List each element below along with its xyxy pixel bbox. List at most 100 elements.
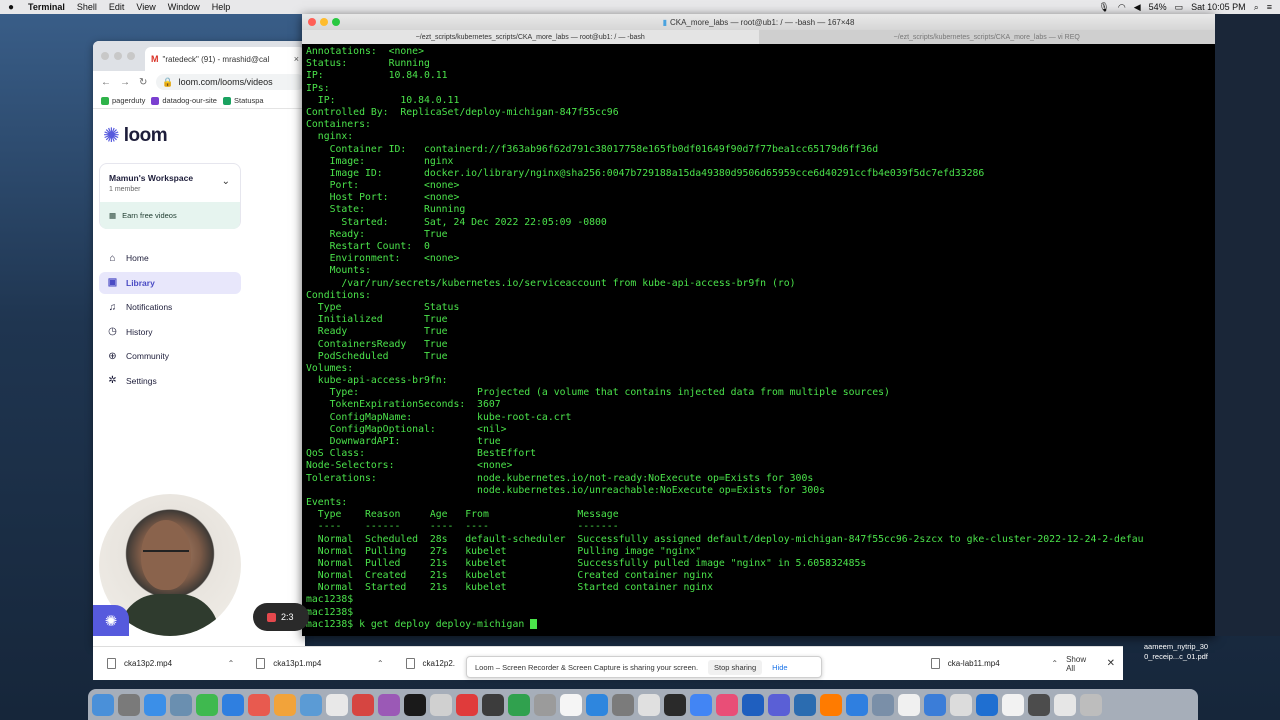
terminal-output[interactable]: Annotations: <none> Status: Running IP: 10… [302, 44, 1215, 636]
stop-recording-icon[interactable] [267, 612, 276, 622]
wifi-icon[interactable]: ◠ [1118, 2, 1126, 13]
dock-app-icon[interactable] [586, 693, 608, 716]
dock-app-icon[interactable] [794, 693, 816, 716]
menu-clock[interactable]: Sat 10:05 PM [1191, 2, 1246, 12]
hide-banner-button[interactable]: Hide [772, 663, 787, 672]
dock-app-icon[interactable] [456, 693, 478, 716]
dock-app-icon[interactable] [378, 693, 400, 716]
browser-tab[interactable]: M "ratedeck" (91) - mrashid@cal × [145, 47, 305, 71]
dock-app-icon[interactable] [326, 693, 348, 716]
earn-free-videos-button[interactable]: ▦ Earn free videos [100, 202, 240, 229]
dock-app-icon[interactable] [1028, 693, 1050, 716]
dock-app-icon[interactable] [976, 693, 998, 716]
menu-terminal[interactable]: Terminal [22, 2, 71, 12]
dock-app-icon[interactable] [274, 693, 296, 716]
download-item[interactable]: cka13p1.mp4 ⌃ [242, 658, 391, 669]
terminal-prompt-line[interactable]: mac1238$ k get deploy deploy-michigan [306, 618, 1215, 631]
dock-app-icon[interactable] [430, 693, 452, 716]
dock-app-icon[interactable] [92, 693, 114, 716]
dock-app-icon[interactable] [638, 693, 660, 716]
dock-app-icon[interactable] [820, 693, 842, 716]
menu-help[interactable]: Help [206, 2, 237, 12]
bookmark-label: pagerduty [112, 96, 146, 105]
dock-app-icon[interactable] [690, 693, 712, 716]
chevron-up-icon[interactable]: ⌃ [1051, 659, 1058, 668]
terminal-tab-active[interactable]: ~/ezt_scripts/kubernetes_scripts/CKA_mor… [302, 30, 759, 44]
dock-app-icon[interactable] [924, 693, 946, 716]
zoom-window-button[interactable] [332, 18, 340, 26]
close-downloads-icon[interactable]: ✕ [1107, 658, 1115, 669]
dock-app-icon[interactable] [1002, 693, 1024, 716]
menu-window[interactable]: Window [162, 2, 206, 12]
dock-app-icon[interactable] [196, 693, 218, 716]
terminal-tab-inactive[interactable]: ~/ezt_scripts/kubernetes_scripts/CKA_mor… [759, 30, 1216, 44]
desktop-file-label[interactable]: aameem_nytrip_30 0_receip...c_01.pdf [1136, 642, 1216, 662]
reload-icon[interactable]: ↻ [139, 77, 147, 88]
dock-app-icon[interactable] [742, 693, 764, 716]
battery-percent[interactable]: 54% [1149, 2, 1167, 12]
dock-app-icon[interactable] [846, 693, 868, 716]
menu-edit[interactable]: Edit [103, 2, 131, 12]
nav-item-notifications[interactable]: ♫ Notifications [99, 296, 241, 318]
dock-app-icon[interactable] [248, 693, 270, 716]
dock-app-icon[interactable] [898, 693, 920, 716]
chevron-down-icon[interactable]: ⌄ [222, 176, 230, 187]
download-item[interactable]: cka13p2.mp4 ⌃ [93, 658, 242, 669]
dock-app-icon[interactable] [716, 693, 738, 716]
menu-view[interactable]: View [130, 2, 161, 12]
close-tab-icon[interactable]: × [294, 54, 299, 64]
back-icon[interactable]: ← [101, 77, 111, 88]
dock-app-icon[interactable] [612, 693, 634, 716]
bookmark-pagerduty[interactable]: pagerduty [101, 96, 145, 105]
nav-item-community[interactable]: ⊕ Community [99, 345, 241, 367]
terminal-line: Host Port: <none> [306, 192, 460, 204]
microphone-icon[interactable]: 🎙 [1098, 2, 1109, 13]
dock-app-icon[interactable] [872, 693, 894, 716]
dock-app-icon[interactable] [1054, 693, 1076, 716]
dock-app-icon[interactable] [560, 693, 582, 716]
loom-control-icon[interactable]: ✺ [93, 605, 129, 636]
dock-app-icon[interactable] [300, 693, 322, 716]
terminal-line: Annotations: <none> [306, 46, 424, 57]
minimize-window-button[interactable] [114, 52, 122, 60]
menu-shell[interactable]: Shell [71, 2, 103, 12]
download-item[interactable]: cka-lab11.mp4 ⌃ [917, 658, 1066, 669]
dock-app-icon[interactable] [222, 693, 244, 716]
dock-app-icon[interactable] [664, 693, 686, 716]
close-window-button[interactable] [308, 18, 316, 26]
minimize-window-button[interactable] [320, 18, 328, 26]
chevron-up-icon[interactable]: ⌃ [228, 659, 235, 668]
stop-sharing-button[interactable]: Stop sharing [708, 659, 763, 675]
volume-icon[interactable]: ◀ [1134, 2, 1141, 13]
dock-app-icon[interactable] [534, 693, 556, 716]
apple-menu-icon[interactable]: ● [0, 2, 22, 13]
address-bar[interactable]: 🔒 loom.com/looms/videos [156, 74, 305, 90]
dock-app-icon[interactable] [508, 693, 530, 716]
spotlight-search-icon[interactable]: ⌕ [1254, 2, 1259, 13]
dock-app-icon[interactable] [170, 693, 192, 716]
bookmark-statuspage[interactable]: Statuspa [222, 96, 264, 105]
zoom-window-button[interactable] [127, 52, 135, 60]
close-window-button[interactable] [101, 52, 109, 60]
dock-app-icon[interactable] [352, 693, 374, 716]
dock-app-icon[interactable] [118, 693, 140, 716]
workspace-switcher[interactable]: Mamun's Workspace 1 member ⌄ ▦ Earn free… [99, 163, 241, 229]
bookmark-datadog[interactable]: datadog-our-site [151, 96, 217, 105]
dock-app-icon[interactable] [1080, 693, 1102, 716]
dock-app-icon[interactable] [144, 693, 166, 716]
nav-item-home[interactable]: ⌂ Home [99, 247, 241, 269]
pagerduty-icon [101, 96, 109, 105]
nav-item-history[interactable]: ◷ History [99, 321, 241, 343]
forward-icon[interactable]: → [120, 77, 130, 88]
dock-app-icon[interactable] [404, 693, 426, 716]
control-center-icon[interactable]: ≡ [1267, 2, 1272, 12]
loom-logo[interactable]: ✺ loom [103, 125, 168, 147]
dock-app-icon[interactable] [768, 693, 790, 716]
show-all-downloads-button[interactable]: Show All [1066, 655, 1097, 673]
nav-item-settings[interactable]: ✲ Settings [99, 370, 241, 392]
nav-item-library[interactable]: ▣ Library [99, 271, 241, 294]
dock-app-icon[interactable] [482, 693, 504, 716]
chevron-up-icon[interactable]: ⌃ [377, 659, 384, 668]
recording-control[interactable]: 2:3 [253, 603, 309, 631]
dock-app-icon[interactable] [950, 693, 972, 716]
